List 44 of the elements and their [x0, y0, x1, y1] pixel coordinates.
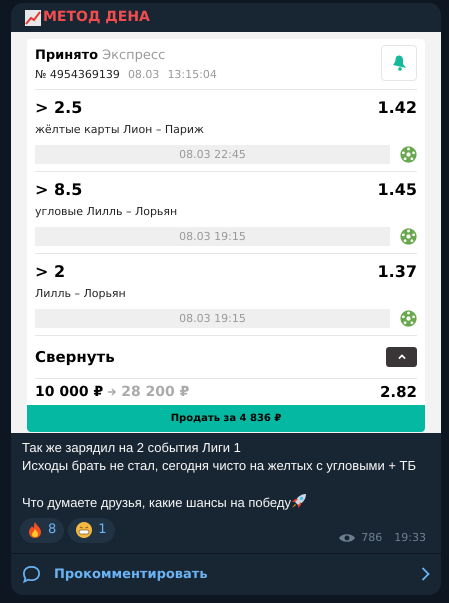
chevron-right-icon	[421, 567, 430, 582]
bet-event: Лилль – Лорьян	[35, 286, 126, 302]
football-icon	[400, 310, 417, 328]
bet-odds: 1.42	[378, 97, 417, 120]
bet-type: Экспресс	[102, 46, 166, 65]
reaction-button[interactable]: 8	[20, 518, 64, 543]
speech-bubble-icon	[22, 564, 41, 584]
message-text: Так же зарядил на 2 события Лиги 1	[22, 440, 241, 455]
message-time: 19:33	[394, 530, 426, 546]
match-datetime: 08.03 19:15	[35, 309, 390, 328]
rocket-icon	[290, 492, 307, 509]
grinning-face-icon	[76, 522, 92, 538]
bet-event: угловые Лилль – Лорьян	[35, 204, 178, 220]
bet-selection: > 2.5	[35, 97, 82, 120]
stake-amount: 10 000 ₽	[35, 382, 104, 402]
bet-date: 08.03	[128, 67, 160, 84]
bet-odds: 1.37	[378, 261, 417, 284]
bet-selection: > 2	[35, 261, 66, 284]
bet-time: 13:15:04	[167, 67, 217, 84]
bet-selection: > 8.5	[35, 179, 82, 202]
football-icon	[400, 228, 417, 246]
comment-button[interactable]: Прокомментировать	[11, 554, 441, 595]
sell-button[interactable]: Продать за 4 836 ₽	[27, 405, 425, 432]
collapse-button[interactable]	[386, 347, 417, 368]
football-icon	[400, 146, 417, 164]
match-datetime: 08.03 22:45	[35, 145, 390, 164]
fire-icon	[28, 522, 42, 538]
eye-icon	[339, 533, 356, 544]
bell-icon	[390, 54, 408, 72]
bet-event: жёлтые карты Лион – Париж	[35, 122, 204, 138]
reaction-button[interactable]: 1	[68, 518, 115, 543]
bet-odds: 1.45	[378, 179, 417, 202]
match-datetime: 08.03 19:15	[35, 227, 390, 246]
collapse-label: Свернуть	[35, 346, 115, 368]
total-odds: 2.82	[380, 382, 417, 403]
arrow-icon	[107, 387, 118, 398]
payout-amount: 28 200 ₽	[121, 382, 190, 402]
message-text: Что думаете друзья, какие шансы на победу	[22, 494, 291, 510]
bet-status: Принято	[35, 46, 98, 65]
bet-number: № 4954369139	[35, 67, 120, 84]
chart-icon	[25, 10, 41, 26]
message-text: Исходы брать не стал, сегодня чисто на желтых с угловыми + ТБ	[22, 458, 416, 473]
channel-name: МЕТОД ДЕНА	[43, 8, 150, 28]
view-count: 786	[361, 530, 382, 546]
